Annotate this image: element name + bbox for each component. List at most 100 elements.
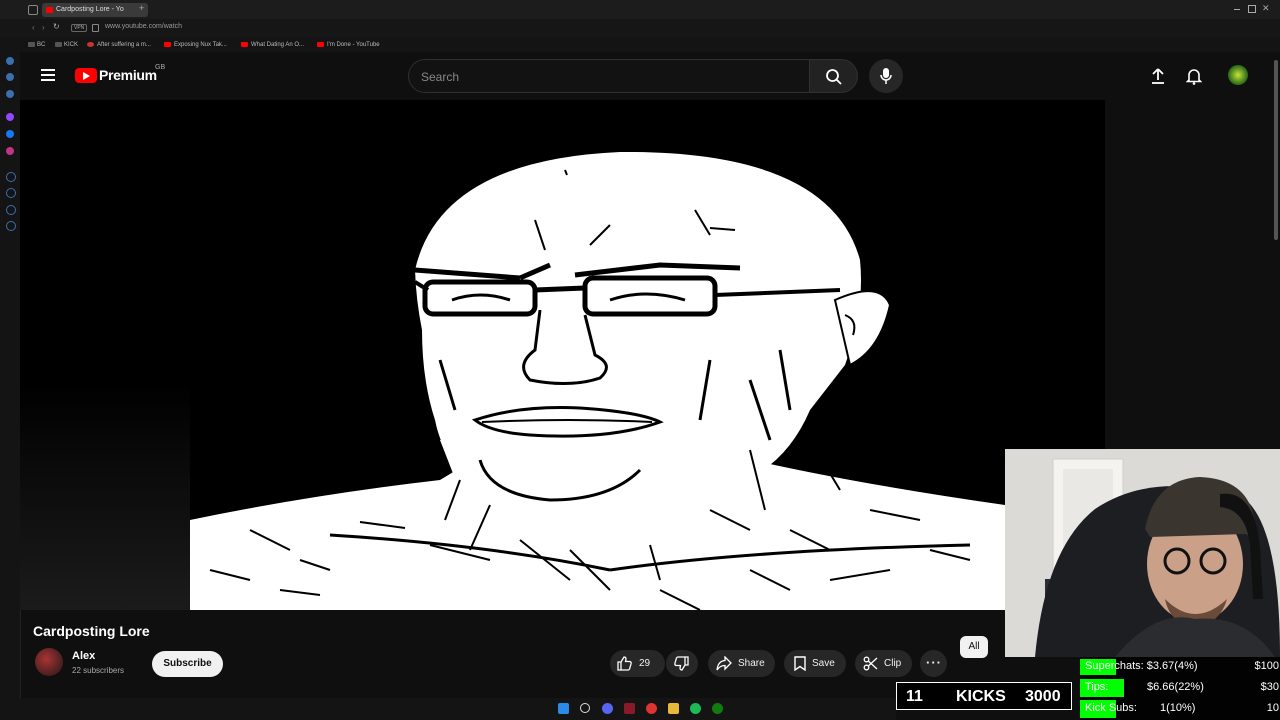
bookmark-label: What Dating An O... <box>251 42 305 48</box>
upload-icon[interactable] <box>1150 67 1166 85</box>
discord-icon[interactable] <box>602 703 613 714</box>
mic-icon <box>880 68 892 84</box>
like-count: 29 <box>639 658 651 669</box>
close-icon[interactable]: ✕ <box>1262 3 1270 14</box>
youtube-logo-icon[interactable] <box>75 68 97 83</box>
search-placeholder: Search <box>421 70 460 84</box>
region-code: GB <box>155 64 166 71</box>
voice-search-button[interactable] <box>869 59 903 93</box>
search-input[interactable]: Search <box>408 59 810 93</box>
tab-strip: Cardposting Lore - Yo + ✕ <box>0 0 1280 19</box>
subscriber-count: 22 subscribers <box>72 666 125 675</box>
clip-label: Clip <box>884 658 902 669</box>
maximize-icon[interactable] <box>1248 5 1256 13</box>
kicks-label: KICKS <box>956 688 1006 705</box>
reload-icon[interactable]: ↻ <box>53 22 60 31</box>
browser-icon[interactable] <box>646 703 657 714</box>
chip-all[interactable]: All <box>960 636 988 658</box>
favicon-icon <box>87 42 94 47</box>
tab-overview-icon[interactable] <box>28 5 38 15</box>
minimize-icon[interactable] <box>1234 9 1240 10</box>
bookmark-label: BC <box>37 42 46 48</box>
superchats-goal: $100 <box>1254 660 1279 672</box>
page-scrollbar[interactable] <box>1274 60 1278 240</box>
kicks-counter: 11 KICKS 3000 <box>896 682 1072 710</box>
webcam-feed <box>1005 449 1280 657</box>
back-icon[interactable]: ‹ <box>32 23 35 32</box>
url-text[interactable]: www.youtube.com/watch <box>105 23 182 30</box>
youtube-favicon-icon <box>241 42 248 47</box>
bookmark-item[interactable]: After suffering a m... <box>87 40 151 50</box>
donation-stats-panel: Superchats: $3.67(4%) $100 Tips: $6.66(2… <box>1080 657 1280 720</box>
search-icon <box>826 69 842 85</box>
bookmark-item[interactable]: What Dating An O... <box>241 40 304 50</box>
dislike-button[interactable] <box>666 650 698 677</box>
xbox-icon[interactable] <box>712 703 723 714</box>
channel-avatar[interactable] <box>35 648 63 676</box>
share-label: Share <box>738 658 765 669</box>
bookmark-label: I'm Done - YouTube <box>327 42 380 48</box>
file-explorer-icon[interactable] <box>668 703 679 714</box>
window-controls[interactable]: ✕ <box>1234 3 1272 14</box>
browser-sidebar <box>0 0 21 720</box>
channel-name[interactable]: Alex <box>72 650 95 662</box>
kicks-count: 11 <box>906 688 923 705</box>
subscribe-button[interactable]: Subscribe <box>152 651 223 677</box>
lock-icon <box>92 24 99 32</box>
settings-icon[interactable] <box>6 221 16 231</box>
tips-value: $6.66(22%) <box>1147 681 1204 693</box>
sidebar-app-icon[interactable] <box>6 73 14 81</box>
bookmark-item[interactable]: KICK <box>55 40 78 50</box>
clip-button[interactable]: Clip <box>855 650 912 677</box>
video-title: Cardposting Lore <box>33 623 150 639</box>
forward-icon[interactable]: › <box>42 23 45 32</box>
folder-icon <box>28 42 35 47</box>
video-frame-wojak-drawing <box>190 151 1005 610</box>
sidebar-app-icon[interactable] <box>6 90 14 98</box>
menu-icon[interactable] <box>41 69 55 81</box>
address-bar-row: ‹ › ↻ VPN www.youtube.com/watch <box>0 19 1280 51</box>
windows-start-icon[interactable] <box>558 703 569 714</box>
account-avatar[interactable] <box>1228 65 1248 85</box>
history-icon[interactable] <box>6 188 16 198</box>
more-actions-button[interactable]: ··· <box>920 650 947 677</box>
twitch-icon[interactable] <box>6 113 14 121</box>
bookmark-item[interactable]: BC <box>28 40 45 50</box>
share-icon <box>716 656 732 671</box>
more-icon: ··· <box>926 655 942 670</box>
tips-goal: $30 <box>1260 681 1279 693</box>
messenger-icon[interactable] <box>6 130 14 138</box>
save-button[interactable]: Save <box>784 650 846 677</box>
tips-label: Tips: <box>1085 681 1109 693</box>
youtube-favicon-icon <box>46 7 53 13</box>
sidebar-app-icon[interactable] <box>6 57 14 65</box>
youtube-favicon-icon <box>317 42 324 47</box>
search-button[interactable] <box>810 59 858 93</box>
instagram-icon[interactable] <box>6 147 14 155</box>
kicksubs-label: Kick Subs: <box>1085 702 1137 714</box>
new-tab-button[interactable]: + <box>139 3 144 13</box>
opera-gx-icon[interactable] <box>624 703 635 714</box>
spotify-icon[interactable] <box>690 703 701 714</box>
bell-icon[interactable] <box>1186 67 1202 85</box>
bookmark-label: KICK <box>64 42 79 48</box>
downloads-icon[interactable] <box>6 205 16 215</box>
superchats-label: Superchats: $3.67(4%) <box>1085 660 1198 672</box>
vpn-badge[interactable]: VPN <box>71 24 88 32</box>
taskbar-search-icon[interactable] <box>580 703 590 713</box>
dislike-icon <box>674 656 689 671</box>
clip-icon <box>863 656 878 671</box>
kicks-goal: 3000 <box>1025 688 1061 705</box>
bookmark-item[interactable]: I'm Done - YouTube <box>317 40 380 50</box>
logo-text[interactable]: Premium <box>99 67 157 83</box>
webcam-overlay <box>1005 449 1280 657</box>
bookmark-item[interactable]: Exposing Nux Tak... <box>164 40 227 50</box>
like-button[interactable]: 29 <box>610 650 665 677</box>
save-label: Save <box>812 658 835 669</box>
save-icon <box>794 656 806 671</box>
tab-active[interactable]: Cardposting Lore - Yo <box>42 3 148 17</box>
taskbar <box>0 698 896 720</box>
share-button[interactable]: Share <box>708 650 775 677</box>
sidebar-tool-icon[interactable] <box>6 172 16 182</box>
bookmark-label: Exposing Nux Tak... <box>174 42 227 48</box>
